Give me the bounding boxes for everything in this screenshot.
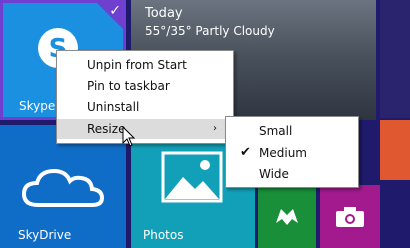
menu-item-uninstall[interactable]: Uninstall [57,97,233,117]
menu-item-pin-to-taskbar[interactable]: Pin to taskbar [57,76,233,96]
skype-label: Skype [19,99,56,113]
checkmark-icon: ✔ [240,145,251,160]
camera-icon [336,207,364,227]
cloud-icon [21,168,104,207]
game-controller-icon [276,209,298,225]
submenu-item-small[interactable]: Small [226,120,358,142]
resize-submenu: Small ✔ Medium Wide [225,116,359,188]
partial-tile-right[interactable] [380,0,410,118]
submenu-item-label: Small [259,124,293,138]
menu-item-label: Resize [87,122,126,136]
submenu-item-wide[interactable]: Wide [226,163,358,185]
weather-day: Today [145,6,183,21]
menu-item-label: Uninstall [87,100,140,114]
submenu-item-medium[interactable]: ✔ Medium [226,142,358,164]
submenu-item-label: Medium [259,146,307,160]
menu-item-resize[interactable]: Resize › [57,119,233,139]
games-tile[interactable] [258,185,316,248]
photos-label: Photos [143,228,184,242]
orange-tile[interactable] [380,120,410,180]
menu-item-label: Pin to taskbar [87,79,170,93]
submenu-arrow-icon: › [213,123,217,134]
camera-tile[interactable] [320,185,380,248]
menu-item-unpin-from-start[interactable]: Unpin from Start [57,55,233,75]
mouse-cursor-icon [122,126,136,147]
tile-context-menu: Unpin from Start Pin to taskbar Uninstal… [56,50,234,144]
skydrive-label: SkyDrive [18,228,72,242]
selected-check-icon: ✓ [109,3,121,19]
weather-forecast: 55°/35° Partly Cloudy [145,24,275,38]
submenu-item-label: Wide [259,167,289,181]
photo-icon [161,151,223,203]
menu-item-label: Unpin from Start [87,58,187,72]
